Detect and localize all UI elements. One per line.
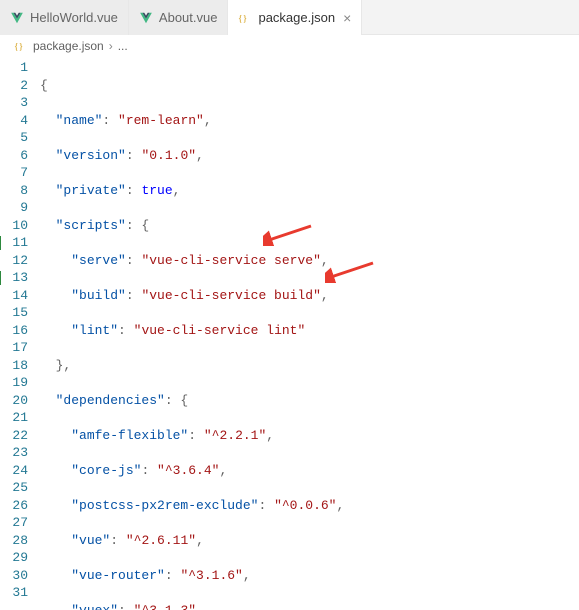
- line-number: 16: [0, 322, 28, 340]
- line-number: 18: [0, 357, 28, 375]
- line-number: 1: [0, 59, 28, 77]
- line-number: 25: [0, 479, 28, 497]
- json-key: "build": [71, 288, 126, 303]
- breadcrumb-file: package.json: [33, 39, 104, 53]
- line-number: 28: [0, 532, 28, 550]
- line-number: 5: [0, 129, 28, 147]
- json-key: "serve": [71, 253, 126, 268]
- json-value: "vue-cli-service build": [141, 288, 320, 303]
- json-value: "^2.6.11": [126, 533, 196, 548]
- code-area[interactable]: { "name": "rem-learn", "version": "0.1.0…: [40, 57, 579, 610]
- line-number: 29: [0, 549, 28, 567]
- json-icon: {}: [238, 11, 252, 25]
- line-number: 3: [0, 94, 28, 112]
- json-key: "postcss-px2rem-exclude": [71, 498, 258, 513]
- close-icon[interactable]: ×: [343, 10, 351, 26]
- line-number: 11: [0, 234, 28, 252]
- json-key: "scripts": [56, 218, 126, 233]
- vue-icon: [139, 11, 153, 25]
- tab-helloworld[interactable]: HelloWorld.vue: [0, 0, 129, 35]
- json-key: "core-js": [71, 463, 141, 478]
- line-number: 30: [0, 567, 28, 585]
- line-number: 17: [0, 339, 28, 357]
- svg-text:{}: {}: [238, 13, 247, 24]
- line-number: 24: [0, 462, 28, 480]
- tab-about[interactable]: About.vue: [129, 0, 229, 35]
- line-number: 20: [0, 392, 28, 410]
- svg-text:{}: {}: [14, 42, 23, 53]
- json-value: "^3.1.6": [180, 568, 242, 583]
- tab-label: package.json: [258, 10, 335, 25]
- line-number: 2: [0, 77, 28, 95]
- line-number: 22: [0, 427, 28, 445]
- chevron-right-icon: ›: [109, 39, 113, 53]
- json-key: "private": [56, 183, 126, 198]
- json-key: "vuex": [71, 603, 118, 610]
- json-key: "dependencies": [56, 393, 165, 408]
- line-number: 26: [0, 497, 28, 515]
- line-number: 9: [0, 199, 28, 217]
- line-number: 23: [0, 444, 28, 462]
- line-number: 12: [0, 252, 28, 270]
- tab-packagejson[interactable]: {} package.json ×: [228, 0, 362, 35]
- line-number: 14: [0, 287, 28, 305]
- json-value: "^2.2.1": [204, 428, 266, 443]
- json-key: "name": [56, 113, 103, 128]
- json-key: "vue-router": [71, 568, 165, 583]
- code-editor[interactable]: 1234567891011121314151617181920212223242…: [0, 57, 579, 610]
- breadcrumb[interactable]: {} package.json › ...: [0, 35, 579, 57]
- editor-tabs: HelloWorld.vue About.vue {} package.json…: [0, 0, 579, 35]
- breadcrumb-suffix: ...: [118, 39, 128, 53]
- json-value: "^3.6.4": [157, 463, 219, 478]
- line-number: 21: [0, 409, 28, 427]
- line-number: 13: [0, 269, 28, 287]
- brace: {: [40, 78, 48, 93]
- json-key: "vue": [71, 533, 110, 548]
- json-value: "^0.0.6": [274, 498, 336, 513]
- line-number: 6: [0, 147, 28, 165]
- line-number: 15: [0, 304, 28, 322]
- json-key: "amfe-flexible": [71, 428, 188, 443]
- json-value: true: [141, 183, 172, 198]
- json-key: "version": [56, 148, 126, 163]
- json-value: "0.1.0": [141, 148, 196, 163]
- json-value: "rem-learn": [118, 113, 204, 128]
- line-number: 7: [0, 164, 28, 182]
- json-value: "^3.1.3": [134, 603, 196, 610]
- tab-label: About.vue: [159, 10, 218, 25]
- line-number: 19: [0, 374, 28, 392]
- line-number: 10: [0, 217, 28, 235]
- line-number: 8: [0, 182, 28, 200]
- json-icon: {}: [14, 39, 28, 53]
- line-number: 31: [0, 584, 28, 602]
- json-value: "vue-cli-service lint": [134, 323, 306, 338]
- json-value: "vue-cli-service serve": [141, 253, 320, 268]
- line-number: 4: [0, 112, 28, 130]
- json-key: "lint": [71, 323, 118, 338]
- line-number: 27: [0, 514, 28, 532]
- tab-label: HelloWorld.vue: [30, 10, 118, 25]
- vue-icon: [10, 11, 24, 25]
- line-number-gutter: 1234567891011121314151617181920212223242…: [0, 57, 40, 610]
